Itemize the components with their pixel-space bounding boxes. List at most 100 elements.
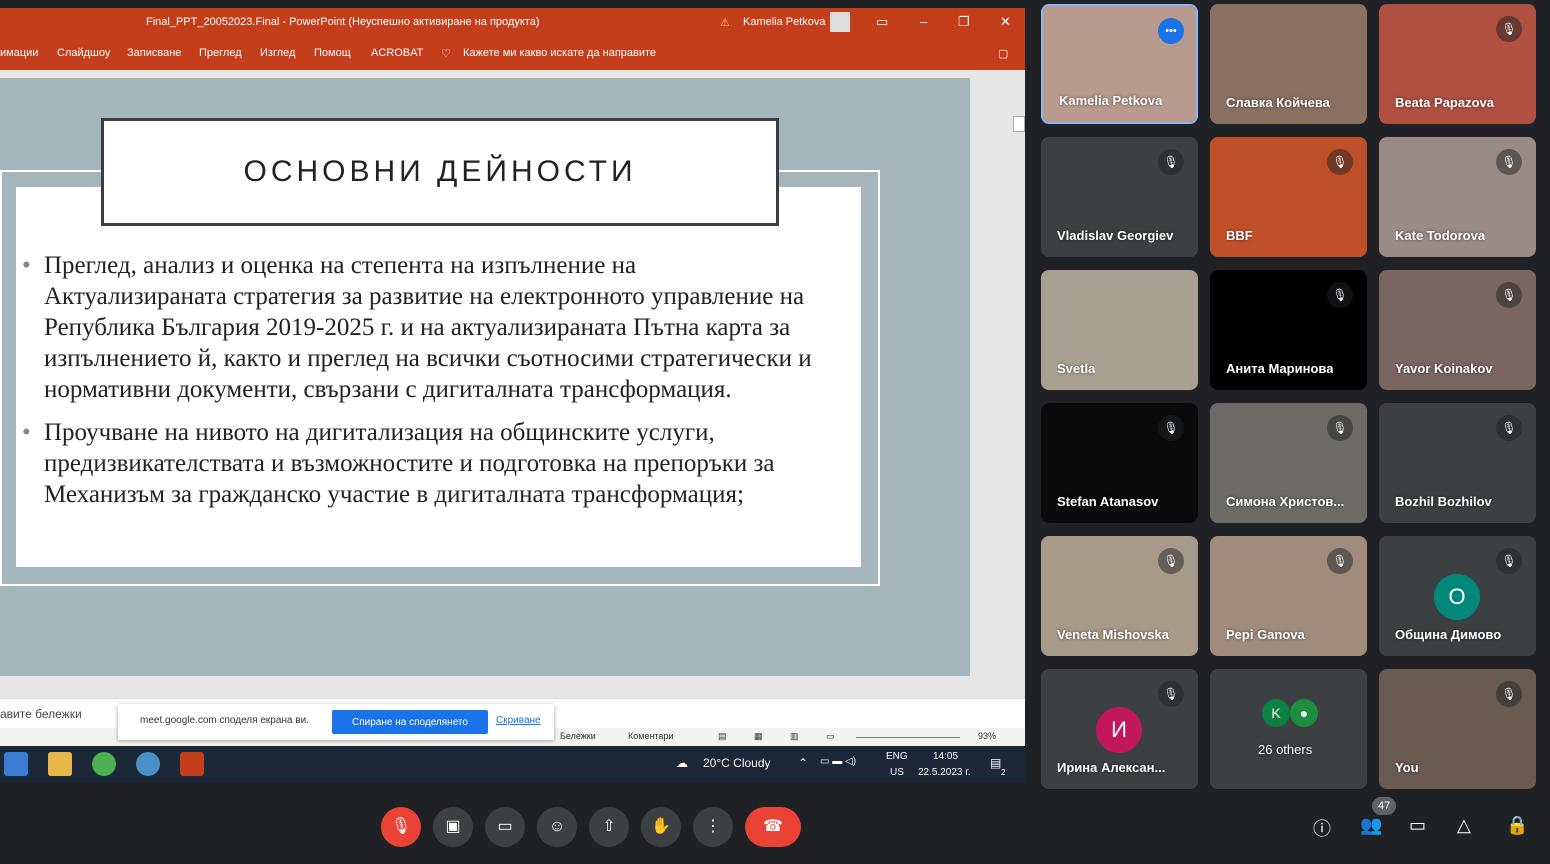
participant-tile[interactable]: ••• Kamelia Petkova xyxy=(1041,4,1198,124)
tab-slideshow[interactable]: Слайдшоу xyxy=(57,47,110,59)
status-comments-button[interactable]: Коментари xyxy=(628,731,673,741)
speaking-indicator-icon: ••• xyxy=(1158,18,1184,44)
tell-me-box[interactable]: Кажете ми какво искате да направите xyxy=(463,47,656,59)
lang-1[interactable]: ENG xyxy=(886,751,908,762)
participant-video xyxy=(1210,669,1367,789)
raise-hand-button[interactable]: ✋ xyxy=(641,807,681,847)
slide: ОСНОВНИ ДЕЙНОСТИ Преглед, анализ и оценк… xyxy=(0,78,970,676)
stop-sharing-button[interactable]: Спиране на споделянето xyxy=(332,710,488,734)
participant-tile[interactable]: 🎙 Bozhil Bozhilov xyxy=(1379,403,1536,523)
clock-time[interactable]: 14:05 xyxy=(933,751,958,762)
participant-tile[interactable]: 🎙 You xyxy=(1379,669,1536,789)
close-icon[interactable]: ✕ xyxy=(1000,14,1011,30)
browser-icon[interactable] xyxy=(136,752,160,776)
participant-tile[interactable]: 🎙 Ирина Алексан... И xyxy=(1041,669,1198,789)
tab-acrobat[interactable]: ACROBAT xyxy=(371,47,423,59)
zoom-level[interactable]: 93% xyxy=(978,731,996,741)
participant-name: Kamelia Petkova xyxy=(1059,93,1163,108)
participant-name: BBF xyxy=(1226,228,1253,243)
participant-tile[interactable]: 🎙 Yavor Koinakov xyxy=(1379,270,1536,390)
windows-taskbar: ☁ 20°C Cloudy ⌃ ▭ ▬ ◁) ENG US 14:05 22.5… xyxy=(0,746,1025,782)
reading-view-icon[interactable]: ▥ xyxy=(790,731,799,742)
participant-tile[interactable]: 🎙 Община Димово О xyxy=(1379,536,1536,656)
mic-muted-icon: 🎙 xyxy=(1327,282,1353,308)
tab-view[interactable]: Изглед xyxy=(260,47,295,59)
tray-chevron-icon[interactable]: ⌃ xyxy=(798,756,808,770)
participant-name: Yavor Koinakov xyxy=(1395,361,1493,376)
tray-icons[interactable]: ▭ ▬ ◁) xyxy=(820,756,856,767)
shared-screen: Final_PPT_20052023.Final - PowerPoint (Н… xyxy=(0,8,1025,782)
start-icon[interactable] xyxy=(4,752,28,776)
vertical-scrollbar[interactable] xyxy=(1011,70,1025,680)
tab-record[interactable]: Записване xyxy=(127,47,181,59)
scroll-thumb[interactable] xyxy=(1013,116,1025,132)
participant-name: Vladislav Georgiev xyxy=(1057,228,1174,243)
mic-off-button[interactable]: 🎙 xyxy=(381,807,421,847)
participant-tile[interactable]: 🎙 BBF xyxy=(1210,137,1367,257)
present-button[interactable]: ⇧ xyxy=(589,807,629,847)
host-controls-icon[interactable]: 🔒 xyxy=(1506,815,1528,836)
info-icon[interactable]: ⓘ xyxy=(1313,815,1331,841)
participant-tile[interactable]: 🎙 Анита Маринова xyxy=(1210,270,1367,390)
slide-sorter-icon[interactable]: ▦ xyxy=(754,731,763,742)
lightbulb-icon: ♡ xyxy=(441,48,451,60)
window-title: Final_PPT_20052023.Final - PowerPoint (Н… xyxy=(146,16,540,28)
slide-title: ОСНОВНИ ДЕЙНОСТИ xyxy=(243,155,637,188)
notification-icon[interactable]: ▤ xyxy=(990,756,1001,770)
minimize-icon[interactable]: – xyxy=(920,14,927,29)
participant-name: 26 others xyxy=(1258,742,1313,757)
screen-share-bar: meet.google.com споделя екрана ви. Спира… xyxy=(118,704,554,740)
lang-2[interactable]: US xyxy=(890,767,904,778)
emoji-button[interactable]: ☺ xyxy=(537,807,577,847)
camera-button[interactable]: ▣ xyxy=(433,807,473,847)
participant-name: Bozhil Bozhilov xyxy=(1395,494,1492,509)
hide-link[interactable]: Скриване xyxy=(496,715,541,726)
participant-tile[interactable]: 🎙 Stefan Atanasov xyxy=(1041,403,1198,523)
participant-name: Pepi Ganova xyxy=(1226,627,1305,642)
more-options-button[interactable]: ⋮ xyxy=(693,807,733,847)
participant-name: Kate Todorova xyxy=(1395,228,1486,243)
people-count-badge: 47 xyxy=(1372,797,1397,815)
activities-icon[interactable]: △ xyxy=(1457,815,1471,836)
participant-tile[interactable]: 🎙 Симона Христов... xyxy=(1210,403,1367,523)
participant-tile[interactable]: Svetla xyxy=(1041,270,1198,390)
participant-tile[interactable]: 26 others K ● xyxy=(1210,669,1367,789)
people-icon[interactable]: 👥 xyxy=(1360,815,1382,836)
comment-icon[interactable]: ▢ xyxy=(998,47,1008,60)
clock-date[interactable]: 22.5.2023 г. xyxy=(918,767,970,778)
notification-count: 2 xyxy=(1001,768,1006,777)
participant-tile[interactable]: 🎙 Veneta Mishovska xyxy=(1041,536,1198,656)
mic-muted-icon: 🎙 xyxy=(1327,415,1353,441)
tab-animations[interactable]: имации xyxy=(0,47,38,59)
person-icon: ● xyxy=(1290,699,1318,727)
end-call-button[interactable]: ☎ xyxy=(745,807,801,847)
powerpoint-icon[interactable] xyxy=(180,752,204,776)
chrome-icon[interactable] xyxy=(92,752,116,776)
avatar: О xyxy=(1434,574,1480,620)
participant-tile[interactable]: 🎙 Pepi Ganova xyxy=(1210,536,1367,656)
ribbon-display-icon[interactable]: ▭ xyxy=(876,14,888,30)
normal-view-icon[interactable]: ▤ xyxy=(718,731,727,742)
maximize-icon[interactable]: ❐ xyxy=(958,14,970,30)
participant-tile[interactable]: Славка Койчева xyxy=(1210,4,1367,124)
powerpoint-titlebar: Final_PPT_20052023.Final - PowerPoint (Н… xyxy=(0,8,1025,38)
mic-muted-icon: 🎙 xyxy=(1496,548,1522,574)
mic-muted-icon: 🎙 xyxy=(1158,548,1184,574)
participant-tile[interactable]: 🎙 Vladislav Georgiev xyxy=(1041,137,1198,257)
tab-review[interactable]: Преглед xyxy=(199,47,242,59)
chat-icon[interactable]: ▭ xyxy=(1409,815,1426,836)
slideshow-view-icon[interactable]: ▭ xyxy=(826,731,835,742)
user-avatar-icon[interactable] xyxy=(830,12,850,32)
file-explorer-icon[interactable] xyxy=(48,752,72,776)
tab-help[interactable]: Помощ xyxy=(314,47,351,59)
mic-muted-icon: 🎙 xyxy=(1158,681,1184,707)
mic-muted-icon: 🎙 xyxy=(1496,282,1522,308)
zoom-slider[interactable] xyxy=(856,737,960,738)
status-notes-button[interactable]: Бележки xyxy=(560,731,596,741)
participant-tile[interactable]: 🎙 Beata Papazova xyxy=(1379,4,1536,124)
weather-text[interactable]: 20°C Cloudy xyxy=(703,756,771,770)
avatar: K xyxy=(1262,699,1290,727)
captions-button[interactable]: ▭ xyxy=(485,807,525,847)
participant-tile[interactable]: 🎙 Kate Todorova xyxy=(1379,137,1536,257)
weather-icon: ☁ xyxy=(676,756,688,770)
